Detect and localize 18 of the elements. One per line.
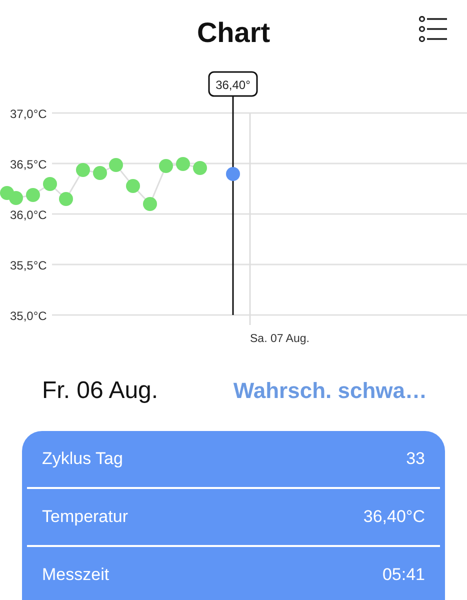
- value-tooltip: 36,40°: [208, 71, 258, 97]
- axis-label: 35,0°C: [10, 309, 47, 323]
- page-title: Chart: [196, 16, 270, 48]
- detail-value: 05:41: [382, 565, 425, 585]
- date-label: Sa. 07 Aug.: [250, 333, 310, 345]
- selected-date: Fr. 06 Aug.: [42, 377, 158, 405]
- cycle-status[interactable]: Wahrsch. schwa…: [233, 378, 427, 404]
- detail-value: 33: [406, 449, 425, 469]
- menu-icon[interactable]: [419, 16, 447, 42]
- detail-label: Zyklus Tag: [42, 449, 123, 469]
- detail-label: Temperatur: [42, 507, 128, 527]
- detail-label: Messzeit: [42, 565, 110, 585]
- axis-label: 36,0°C: [10, 208, 47, 222]
- axis-label: 37,0°C: [10, 107, 47, 121]
- selected-dot[interactable]: [226, 167, 240, 181]
- detail-value: 36,40°C: [363, 507, 425, 527]
- axis-label: 36,5°C: [10, 158, 47, 172]
- axis-label: 35,5°C: [10, 258, 47, 272]
